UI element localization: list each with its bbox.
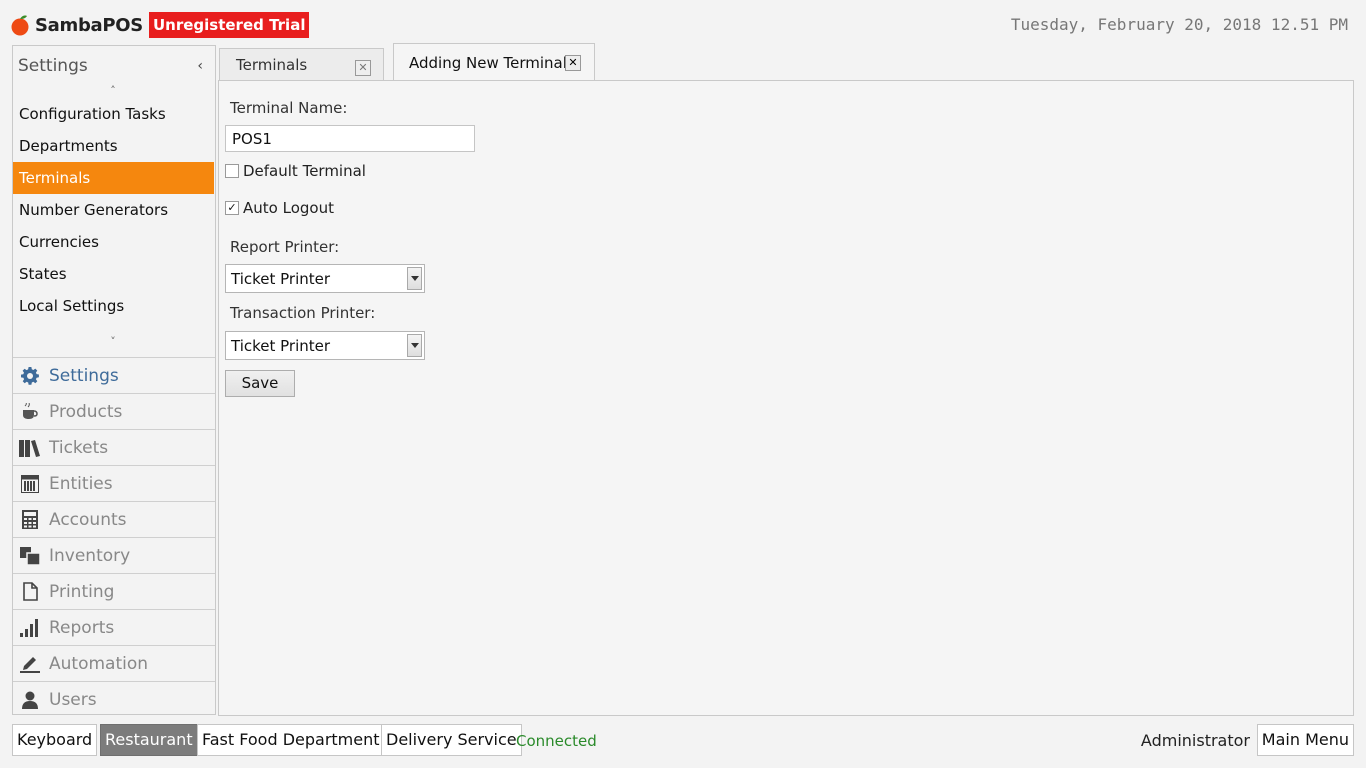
scroll-up-chevron-icon[interactable]: ˄ xyxy=(13,85,213,98)
bar-chart-icon xyxy=(19,618,41,638)
dropdown-arrow-icon[interactable] xyxy=(407,334,422,357)
report-printer-label: Report Printer: xyxy=(230,238,340,256)
sections-nav: Settings Products Tickets Entities Accounts I… xyxy=(13,357,215,717)
default-terminal-checkbox[interactable]: Default Terminal xyxy=(225,162,366,180)
section-products[interactable]: Products xyxy=(13,393,215,429)
user-icon xyxy=(19,690,41,710)
section-printing[interactable]: Printing xyxy=(13,573,215,609)
section-label: Accounts xyxy=(49,509,127,530)
tab-label: Terminals xyxy=(236,56,308,74)
section-automation[interactable]: Automation xyxy=(13,645,215,681)
terminal-form-panel: Terminal Name: Default Terminal ✓ Auto L… xyxy=(218,80,1354,716)
section-label: Automation xyxy=(49,653,149,674)
close-icon[interactable]: ✕ xyxy=(355,60,371,76)
close-icon[interactable]: ✕ xyxy=(565,55,581,71)
transaction-printer-label: Transaction Printer: xyxy=(230,304,376,322)
section-users[interactable]: Users xyxy=(13,681,215,717)
section-accounts[interactable]: Accounts xyxy=(13,501,215,537)
books-icon xyxy=(19,438,41,458)
collapse-chevron-icon[interactable]: ‹ xyxy=(197,58,203,74)
restaurant-button[interactable]: Restaurant xyxy=(100,724,198,756)
report-printer-select[interactable]: Ticket Printer xyxy=(225,264,425,293)
gear-icon xyxy=(19,366,41,386)
app-brand: SambaPOS Unregistered Trial xyxy=(10,11,310,39)
grid-icon xyxy=(19,474,41,494)
checkbox-box[interactable] xyxy=(225,164,239,178)
section-label: Reports xyxy=(49,617,115,638)
section-label: Settings xyxy=(49,365,119,386)
connection-status: Connected xyxy=(516,732,597,750)
auto-logout-label: Auto Logout xyxy=(243,199,334,217)
sidebar-item-currencies[interactable]: Currencies xyxy=(13,226,214,258)
settings-menu-list: Configuration Tasks Departments Terminals N… xyxy=(13,98,215,331)
section-tickets[interactable]: Tickets xyxy=(13,429,215,465)
dropdown-arrow-icon[interactable] xyxy=(407,267,422,290)
tab-adding-new-terminal[interactable]: Adding New Terminal ✕ xyxy=(393,43,595,81)
sidebar: Settings ‹ ˄ Configuration Tasks Departme… xyxy=(12,45,216,715)
current-user: Administrator xyxy=(1140,731,1250,750)
datetime-display: Tuesday, February 20, 2018 12.51 PM xyxy=(1010,15,1348,34)
sidebar-header: Settings ‹ xyxy=(13,46,215,86)
transaction-printer-value: Ticket Printer xyxy=(231,336,331,355)
section-entities[interactable]: Entities xyxy=(13,465,215,501)
tab-label: Adding New Terminal xyxy=(409,53,567,72)
section-label: Printing xyxy=(49,581,115,602)
document-tabs: Terminals ✕ Adding New Terminal ✕ xyxy=(219,43,595,81)
pen-icon xyxy=(19,654,41,674)
delivery-service-button[interactable]: Delivery Service xyxy=(381,724,522,756)
sidebar-item-terminals[interactable]: Terminals xyxy=(13,162,214,194)
section-reports[interactable]: Reports xyxy=(13,609,215,645)
sidebar-title: Settings xyxy=(18,56,88,76)
sidebar-item-local-settings[interactable]: Local Settings xyxy=(13,290,214,322)
calculator-icon xyxy=(19,510,41,530)
terminal-name-input[interactable] xyxy=(225,125,475,152)
section-label: Users xyxy=(49,689,97,710)
inventory-icon xyxy=(19,546,41,566)
sidebar-item-departments[interactable]: Departments xyxy=(13,130,214,162)
section-settings[interactable]: Settings xyxy=(13,357,215,393)
auto-logout-checkbox[interactable]: ✓ Auto Logout xyxy=(225,199,334,217)
section-inventory[interactable]: Inventory xyxy=(13,537,215,573)
app-name: SambaPOS xyxy=(35,14,143,36)
trial-badge: Unregistered Trial xyxy=(148,12,310,38)
terminal-name-label: Terminal Name: xyxy=(230,99,348,117)
sidebar-item-program-settings[interactable]: Program Settings xyxy=(13,322,214,331)
keyboard-button[interactable]: Keyboard xyxy=(12,724,98,756)
document-icon xyxy=(19,582,41,602)
section-label: Products xyxy=(49,401,123,422)
tab-terminals[interactable]: Terminals ✕ xyxy=(219,48,384,81)
cup-icon xyxy=(19,402,41,422)
default-terminal-label: Default Terminal xyxy=(243,162,366,180)
sidebar-item-configuration-tasks[interactable]: Configuration Tasks xyxy=(13,98,214,130)
sidebar-item-states[interactable]: States xyxy=(13,258,214,290)
scroll-down-chevron-icon[interactable]: ˅ xyxy=(13,336,213,349)
section-label: Tickets xyxy=(49,437,109,458)
main-menu-button[interactable]: Main Menu xyxy=(1256,724,1354,756)
transaction-printer-select[interactable]: Ticket Printer xyxy=(225,331,425,360)
report-printer-value: Ticket Printer xyxy=(231,269,331,288)
sidebar-item-number-generators[interactable]: Number Generators xyxy=(13,194,214,226)
checkbox-box[interactable]: ✓ xyxy=(225,201,239,215)
peach-logo-icon xyxy=(11,15,29,36)
section-label: Entities xyxy=(49,473,113,494)
section-label: Inventory xyxy=(49,545,131,566)
fast-food-department-button[interactable]: Fast Food Department xyxy=(197,724,385,756)
save-button[interactable]: Save xyxy=(225,370,295,397)
